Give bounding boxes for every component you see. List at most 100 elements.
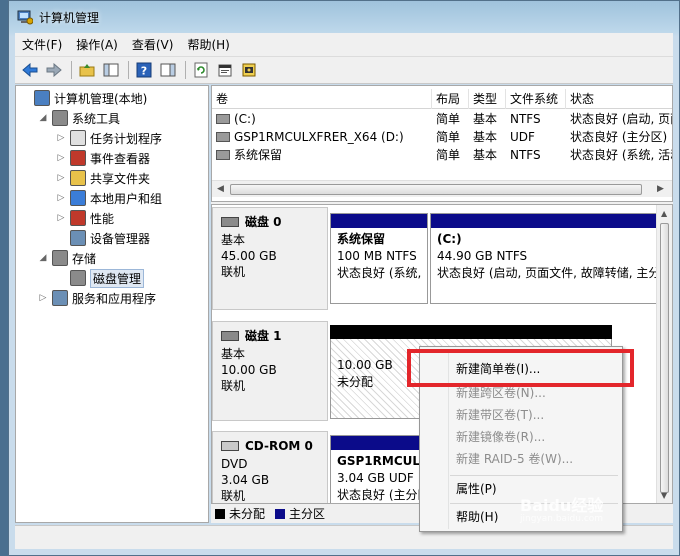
forward-arrow-icon (46, 63, 62, 77)
disk-settings-button[interactable] (238, 59, 260, 81)
show-hide-tree-button[interactable] (100, 59, 122, 81)
shared-folder-icon (70, 170, 86, 186)
volume-cell: 基本 (469, 110, 506, 128)
partition-system-reserved[interactable]: 系统保留 100 MB NTFS 状态良好 (系统, (330, 213, 428, 304)
expand-icon[interactable]: ▷ (56, 193, 66, 203)
toolbar: ? (15, 57, 673, 84)
partition-type-bar (331, 436, 427, 450)
menu-file[interactable]: 文件(F) (15, 36, 69, 53)
tree-item[interactable]: 设备管理器 (56, 228, 150, 248)
column-header-layout[interactable]: 布局 (432, 89, 469, 109)
tree-item[interactable]: ▷ 事件查看器 (56, 148, 150, 168)
disk-size: 3.04 GB (221, 473, 270, 487)
volume-cell-text: 系统保留 (234, 148, 283, 162)
disk-0-label[interactable]: 磁盘 0 基本 45.00 GB 联机 (212, 207, 328, 310)
menu-help[interactable]: 帮助(H) (180, 36, 236, 53)
tree-item-label: 系统工具 (72, 111, 121, 126)
tree-item[interactable]: 计算机管理(本地) (20, 88, 147, 108)
partition-cdrom[interactable]: GSP1RMCULXFR 3.04 GB UDF 状态良好 (主分区) (330, 435, 428, 503)
cdrom-0-label[interactable]: CD-ROM 0 DVD 3.04 GB 联机 (212, 431, 328, 503)
tree-item[interactable]: ▷ 本地用户和组 (56, 188, 162, 208)
partition-type-bar (431, 214, 657, 228)
title-bar[interactable]: 计算机管理 (9, 1, 679, 33)
volume-cell-text: 简单 (436, 130, 461, 144)
folder-up-icon (79, 64, 95, 77)
scroll-thumb[interactable] (230, 184, 642, 195)
expand-icon[interactable]: ▷ (56, 133, 66, 143)
tree-item[interactable]: ◢ 存储 (38, 248, 96, 268)
up-level-button[interactable] (76, 59, 98, 81)
disk-management-icon (70, 270, 86, 286)
expand-icon[interactable]: ▷ (56, 213, 66, 223)
volume-row[interactable]: GSP1RMCULXFRER_X64 (D:) 简单 基本 UDF 状态良好 (主分区) (212, 128, 672, 146)
expand-icon[interactable]: ▷ (38, 293, 48, 303)
tree-item[interactable]: ▷ 服务和应用程序 (38, 288, 156, 308)
menu-item-properties[interactable]: 属性(P) (456, 479, 497, 499)
tree-item[interactable]: ◢ 系统工具 (38, 108, 120, 128)
scroll-thumb[interactable] (660, 223, 669, 493)
collapse-icon[interactable]: ◢ (38, 113, 48, 123)
volume-cell: (C:) (212, 110, 432, 128)
column-header-filesystem[interactable]: 文件系统 (506, 89, 566, 109)
volume-cell-text: 基本 (473, 112, 498, 126)
back-button[interactable] (19, 59, 41, 81)
collapse-icon[interactable]: ◢ (38, 253, 48, 263)
volume-cell: 简单 (432, 146, 469, 164)
column-header-volume[interactable]: 卷 (212, 89, 432, 109)
scroll-up-arrow-icon[interactable]: ▲ (661, 209, 667, 218)
volume-row[interactable]: 系统保留 简单 基本 NTFS 状态良好 (系统, 活动 (212, 146, 673, 164)
menu-item-new-striped-volume[interactable]: 新建带区卷(T)... (456, 405, 544, 425)
tree-item-label: 本地用户和组 (90, 191, 163, 206)
back-arrow-icon (22, 63, 38, 77)
volume-list-horizontal-scrollbar[interactable]: ◀ ▶ (212, 180, 672, 197)
partition-type-bar (331, 214, 427, 228)
volume-cell-text: 状态良好 (系统, 活动 (570, 148, 673, 162)
tree-item[interactable]: ▷ 任务计划程序 (56, 128, 162, 148)
volume-cell-text: NTFS (510, 148, 541, 162)
refresh-button[interactable] (190, 59, 212, 81)
tree-item[interactable]: ▷ 共享文件夹 (56, 168, 150, 188)
partition-name: GSP1RMCULXFR (337, 454, 427, 468)
column-header-type[interactable]: 类型 (469, 89, 506, 109)
partition-detail: 3.04 GB UDF (337, 471, 414, 485)
volume-cell-text: 基本 (473, 148, 498, 162)
menu-item-new-raid5-volume[interactable]: 新建 RAID-5 卷(W)... (456, 449, 573, 469)
tree-item-label: 事件查看器 (90, 151, 151, 166)
volume-cell-text: UDF (510, 130, 535, 144)
disk-1-label[interactable]: 磁盘 1 基本 10.00 GB 联机 (212, 321, 328, 421)
watermark-text: Baidu经验 (520, 496, 604, 515)
properties-button[interactable] (214, 59, 236, 81)
tree-item[interactable]: ▷ 性能 (56, 208, 114, 228)
window-title: 计算机管理 (39, 10, 100, 25)
cdrom-icon (221, 441, 239, 451)
volume-list-header: 卷 布局 类型 文件系统 状态 (212, 89, 672, 109)
refresh-icon (194, 62, 208, 78)
column-header-status[interactable]: 状态 (566, 89, 672, 109)
expand-icon[interactable]: ▷ (56, 173, 66, 183)
menu-item-help[interactable]: 帮助(H) (456, 507, 498, 527)
show-action-pane-button[interactable] (157, 59, 179, 81)
legend-swatch-unallocated (215, 508, 225, 519)
volume-cell: 简单 (432, 110, 469, 128)
menu-item-new-mirrored-volume[interactable]: 新建镜像卷(R)... (456, 427, 545, 447)
scroll-down-arrow-icon[interactable]: ▼ (661, 491, 667, 500)
disk-view-vertical-scrollbar[interactable]: ▲ ▼ (656, 205, 672, 503)
volume-cell: 基本 (469, 146, 506, 164)
expand-icon[interactable]: ▷ (56, 153, 66, 163)
forward-button[interactable] (43, 59, 65, 81)
watermark-subtext: jingyan.baidu.com (520, 514, 604, 524)
menu-view[interactable]: 查看(V) (125, 36, 181, 53)
menu-action[interactable]: 操作(A) (69, 36, 125, 53)
drive-icon (216, 114, 230, 124)
scroll-left-arrow-icon[interactable]: ◀ (217, 184, 224, 194)
scroll-right-arrow-icon[interactable]: ▶ (657, 184, 664, 194)
disk-state: 联机 (221, 265, 246, 279)
volume-cell: 基本 (469, 128, 506, 146)
watermark-logo: Baidu经验 jingyan.baidu.com (520, 492, 603, 524)
action-pane-icon (160, 63, 176, 77)
partition-c[interactable]: (C:) 44.90 GB NTFS 状态良好 (启动, 页面文件, 故障转储,… (430, 213, 658, 304)
volume-row[interactable]: (C:) 简单 基本 NTFS 状态良好 (启动, 页面 (212, 110, 672, 128)
help-button[interactable]: ? (133, 59, 155, 81)
computer-management-icon (34, 90, 50, 106)
tree-item[interactable]: 磁盘管理 (56, 268, 145, 288)
